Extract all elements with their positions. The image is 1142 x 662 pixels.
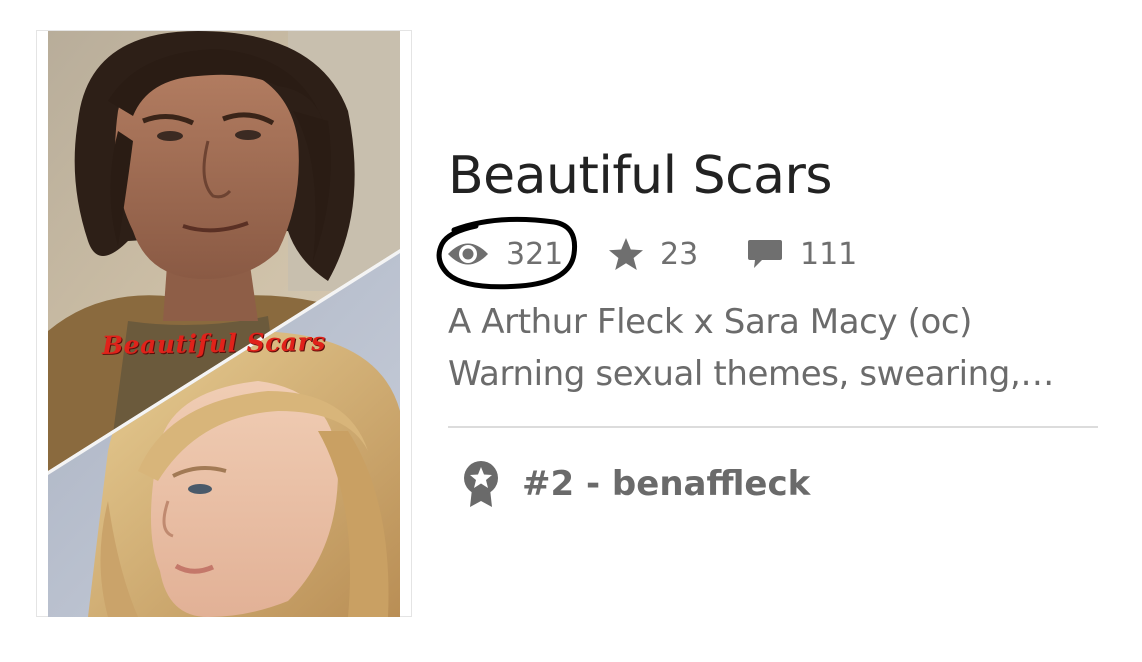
reads-stat: 321 [436,216,578,290]
eye-icon [446,239,490,269]
story-card[interactable]: Beautiful Scars Beautiful Scars 321 23 1… [0,0,1142,662]
reads-count: 321 [506,236,564,272]
star-icon [608,237,644,271]
story-cover[interactable]: Beautiful Scars [36,30,412,617]
description-line: Warning sexual themes, swearing,… [448,354,1054,394]
votes-count: 23 [660,236,699,272]
cover-title-text: Beautiful Scars [101,327,327,360]
ranking-badge[interactable]: #2 - benaffleck [462,456,810,512]
description-line: A Arthur Fleck x Sara Macy (oc) [448,302,973,342]
divider [448,426,1098,428]
comments-count: 111 [800,236,858,272]
votes-stat: 23 [608,226,698,282]
ranking-label: #2 - benaffleck [522,464,811,504]
story-title[interactable]: Beautiful Scars [448,146,833,206]
comments-stat: 111 [746,226,857,282]
story-stats: 321 23 111 [436,216,906,290]
comment-icon [746,238,784,270]
story-description: A Arthur Fleck x Sara Macy (oc) Warning … [448,296,1108,400]
award-ribbon-icon [462,459,500,509]
cover-image: Beautiful Scars [48,31,400,617]
